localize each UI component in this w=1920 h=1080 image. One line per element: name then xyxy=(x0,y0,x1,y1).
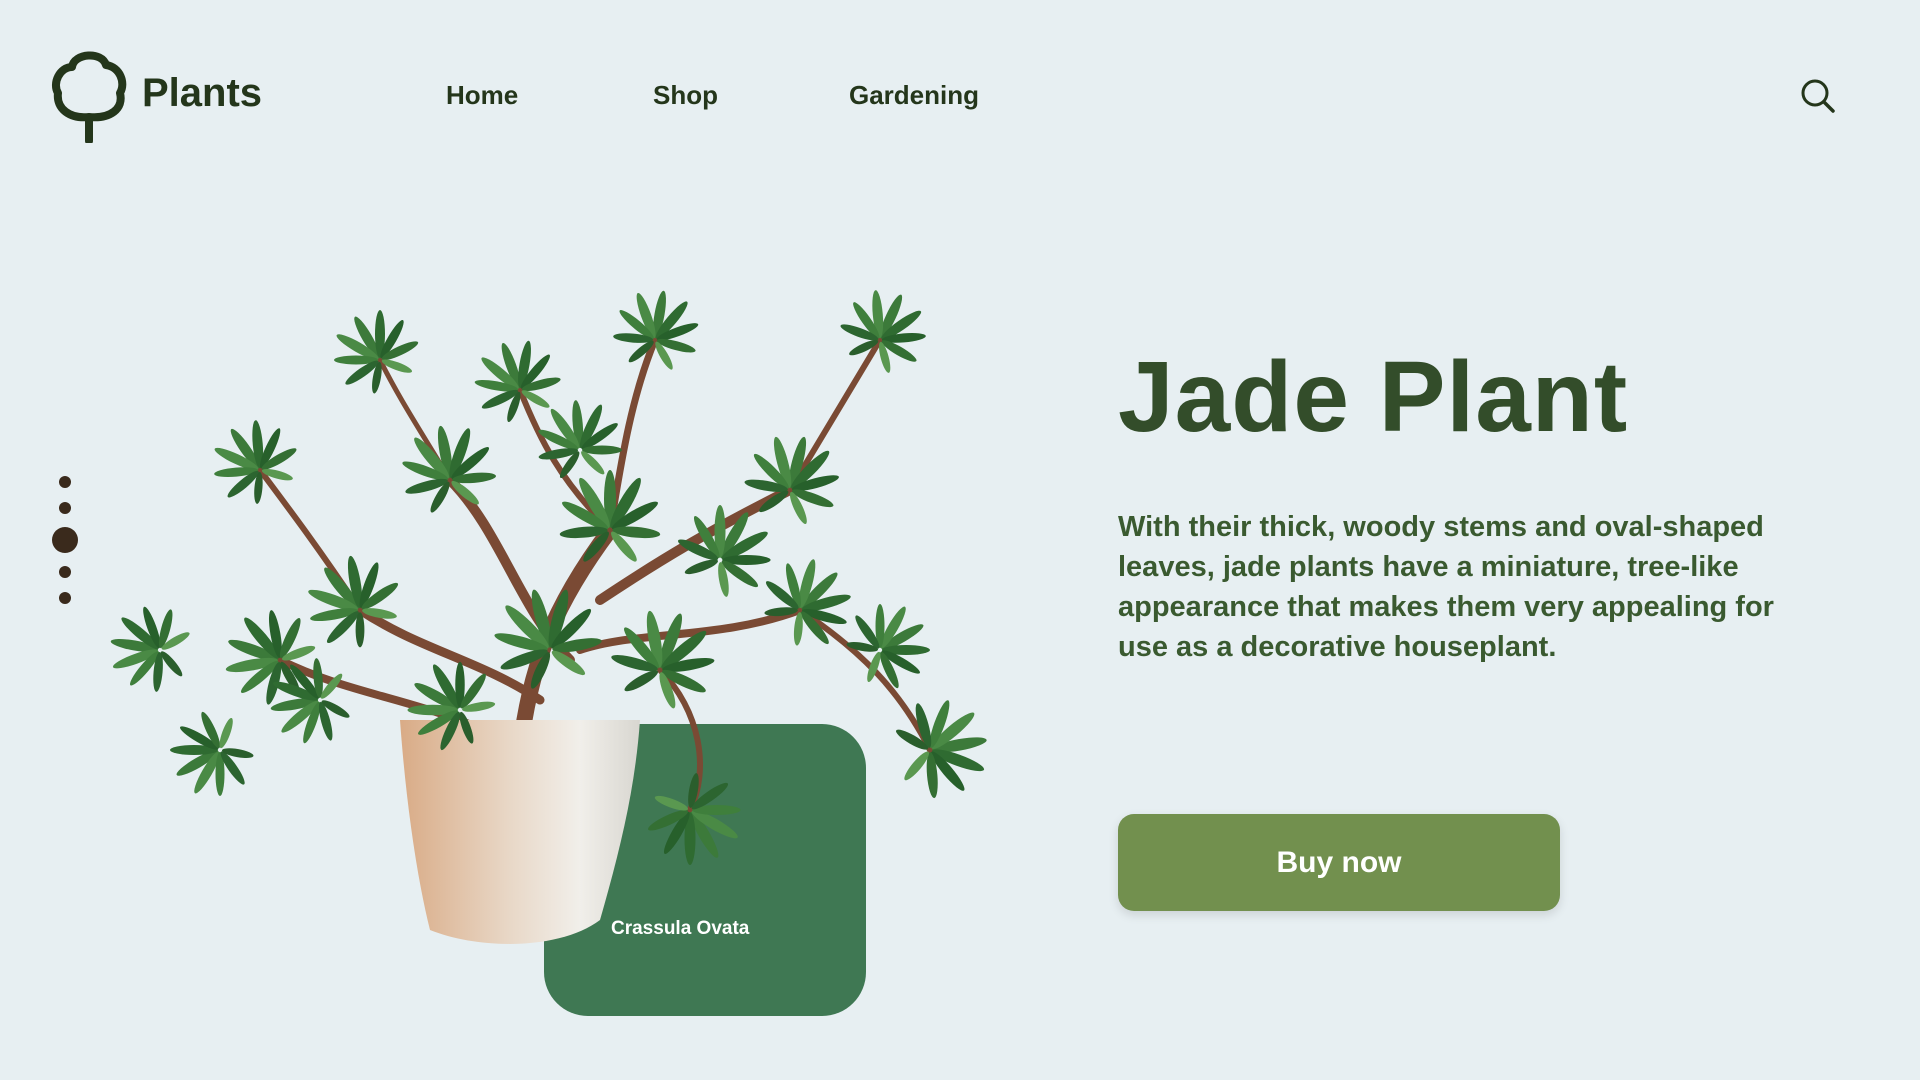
species-tag-label: Crassula Ovata xyxy=(611,918,750,939)
search-icon[interactable] xyxy=(1799,77,1837,115)
slide-pager xyxy=(50,470,80,610)
product-info: Jade Plant With their thick, woody stems… xyxy=(1118,340,1838,667)
nav-home[interactable]: Home xyxy=(446,80,518,111)
nav-shop[interactable]: Shop xyxy=(653,80,718,111)
product-description: With their thick, woody stems and oval-s… xyxy=(1118,511,1774,663)
tree-icon xyxy=(51,51,127,143)
pager-dot[interactable] xyxy=(59,566,71,578)
buy-now-button[interactable]: Buy now xyxy=(1118,814,1560,911)
pager-dot[interactable] xyxy=(59,502,71,514)
jade-plant-illustration xyxy=(103,276,996,944)
brand-logo[interactable]: Plants xyxy=(50,47,262,143)
nav-gardening[interactable]: Gardening xyxy=(849,80,979,111)
header: Plants Home Shop Gardening xyxy=(0,0,1920,190)
pager-dot[interactable] xyxy=(59,592,71,604)
product-image-area: Crassula Ovata xyxy=(100,230,1030,1030)
product-title: Jade Plant xyxy=(1118,341,1629,453)
brand-name: Plants xyxy=(142,70,263,115)
pager-dot[interactable] xyxy=(59,476,71,488)
pager-dot-active[interactable] xyxy=(52,527,78,553)
